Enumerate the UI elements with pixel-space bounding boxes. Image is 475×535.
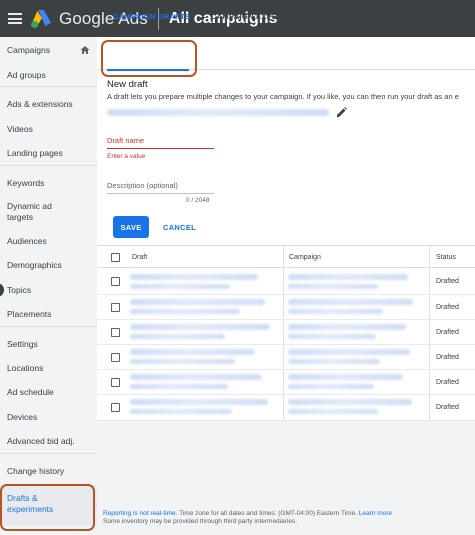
status-cell: Drafted [436, 379, 459, 386]
draft-name-redacted [130, 334, 225, 339]
campaign-name-redacted[interactable] [288, 299, 413, 305]
status-cell: Drafted [436, 329, 459, 336]
tab-campaign-drafts[interactable]: CAMPAIGN DRAFTS [113, 12, 190, 21]
draft-name-redacted [130, 309, 240, 314]
campaign-name-redacted [288, 359, 380, 364]
sidebar-item-locations[interactable]: Locations [0, 363, 97, 374]
row-checkbox[interactable] [111, 328, 120, 337]
draft-name-label: Draft name [107, 136, 145, 145]
sidebar-item-demographics[interactable]: Demographics [0, 260, 97, 271]
sidebar-divider [0, 326, 97, 327]
inventory-notice: Some inventory may be provided through t… [103, 518, 298, 525]
google-ads-logo [31, 9, 51, 28]
campaign-name-redacted[interactable] [288, 324, 406, 330]
draft-name-redacted[interactable] [130, 399, 268, 405]
row-checkbox[interactable] [111, 378, 120, 387]
campaign-name-redacted [288, 334, 376, 339]
cancel-button[interactable]: CANCEL [163, 223, 196, 232]
reporting-notice-prefix: Reporting is not real-time. [103, 510, 178, 517]
draft-name-redacted [130, 359, 235, 364]
campaign-name-redacted [288, 409, 378, 414]
campaign-name-redacted[interactable] [288, 274, 408, 280]
sidebar-item-placements[interactable]: Placements [0, 309, 97, 320]
table-row-divider [97, 294, 475, 295]
timezone-notice: Time zone for all dates and times: (GMT-… [177, 510, 359, 517]
sidebar-divider [0, 165, 97, 166]
status-cell: Drafted [436, 278, 459, 285]
campaign-name-redacted [288, 384, 374, 389]
table-row-divider [97, 369, 475, 370]
select-all-checkbox[interactable] [111, 253, 120, 262]
column-header-status[interactable]: Status [436, 254, 456, 261]
sidebar-item-keywords[interactable]: Keywords [0, 178, 97, 189]
highlight-box-drafts-tab [101, 40, 197, 77]
draft-name-redacted [130, 384, 228, 389]
sidebar-item-settings[interactable]: Settings [0, 339, 97, 350]
form-intro-text: A draft lets you prepare multiple change… [107, 92, 459, 101]
menu-icon[interactable] [8, 13, 22, 24]
sidebar-item-ad-schedule[interactable]: Ad schedule [0, 387, 97, 398]
row-checkbox[interactable] [111, 303, 120, 312]
draft-name-redacted[interactable] [130, 299, 265, 305]
sidebar-item-advanced-bid-adj[interactable]: Advanced bid adj. [0, 436, 97, 447]
sidebar-item-audiences[interactable]: Audiences [0, 236, 97, 247]
status-cell: Drafted [436, 404, 459, 411]
pencil-icon[interactable] [336, 106, 348, 118]
description-input[interactable] [107, 193, 214, 194]
campaign-name-redacted [288, 284, 378, 289]
tab-campaign-experiments[interactable]: CAMPAIGN EXPERIMENTS [211, 12, 313, 21]
home-icon[interactable] [80, 45, 90, 55]
draft-name-redacted [130, 409, 232, 414]
sidebar-item-videos[interactable]: Videos [0, 124, 97, 135]
sidebar-divider [0, 453, 97, 454]
sidebar-item-devices[interactable]: Devices [0, 412, 97, 423]
column-header-campaign[interactable]: Campaign [289, 254, 321, 261]
row-checkbox[interactable] [111, 353, 120, 362]
draft-name-redacted[interactable] [130, 324, 270, 330]
sidebar-item-dynamic-ad-targets[interactable]: Dynamic ad targets [0, 201, 70, 223]
reporting-notice: Reporting is not real-time. Time zone fo… [103, 510, 392, 517]
form-heading: New draft [107, 79, 148, 90]
campaign-name-redacted [288, 309, 383, 314]
sidebar-divider [0, 86, 97, 87]
status-cell: Drafted [436, 354, 459, 361]
draft-name-input[interactable] [107, 148, 214, 149]
campaign-name-redacted[interactable] [288, 374, 403, 380]
table-row-divider [97, 344, 475, 345]
sidebar-item-ads-extensions[interactable]: Ads & extensions [0, 99, 97, 110]
sidebar-item-topics[interactable]: Topics [0, 285, 97, 296]
learn-more-link[interactable]: Learn more [359, 510, 392, 517]
draft-name-redacted[interactable] [130, 374, 262, 380]
draft-name-redacted[interactable] [130, 349, 255, 355]
status-cell: Drafted [436, 304, 459, 311]
character-counter: 0 / 2048 [186, 197, 210, 204]
row-checkbox[interactable] [111, 277, 120, 286]
draft-name-error: Enter a value [107, 153, 146, 160]
tab-ad-variations[interactable]: AD VARIATIONS [335, 12, 397, 21]
row-checkbox[interactable] [111, 403, 120, 412]
highlight-box-drafts-nav [0, 484, 95, 531]
sidebar-item-change-history[interactable]: Change history [0, 466, 97, 477]
sidebar-item-ad-groups[interactable]: Ad groups [0, 70, 97, 81]
description-label: Description (optional) [107, 181, 178, 190]
table-header-row [97, 246, 475, 268]
sidebar-item-landing-pages[interactable]: Landing pages [0, 148, 97, 159]
campaign-name-redacted [107, 109, 329, 116]
campaign-name-redacted[interactable] [288, 349, 410, 355]
table-row-divider [97, 319, 475, 320]
draft-name-redacted [130, 284, 230, 289]
draft-name-redacted[interactable] [130, 274, 258, 280]
save-button[interactable]: SAVE [113, 216, 149, 238]
table-row-divider [97, 394, 475, 395]
campaign-name-redacted[interactable] [288, 399, 412, 405]
column-header-draft[interactable]: Draft [132, 254, 147, 261]
